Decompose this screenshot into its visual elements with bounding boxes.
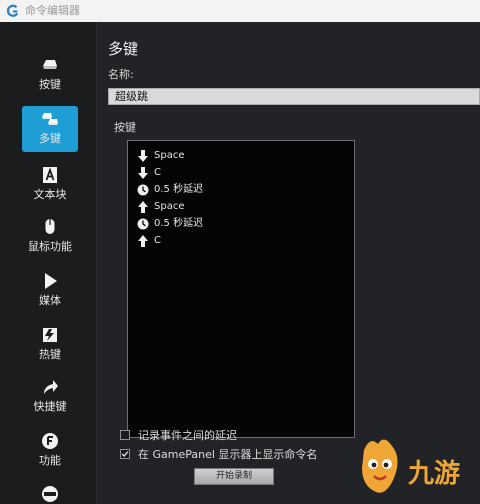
sidebar-item-more[interactable] [22,480,78,504]
sidebar-item-key[interactable]: 按键 [22,52,78,98]
macro-step[interactable]: Space [137,199,184,215]
multi-key-icon [42,113,58,125]
hotkey-icon [43,328,57,342]
arrow-down-icon [138,150,148,162]
record-delays-checkbox[interactable] [120,430,130,440]
macro-step-text: Space [154,201,185,212]
clock-icon [137,184,149,196]
macro-step[interactable]: 0.5 秒延迟 [137,182,203,198]
sidebar-item-label: 文本块 [33,188,67,201]
arrow-up-icon [138,201,148,213]
arrow-up-icon [138,235,148,247]
title-bar: 命令编辑器 [0,0,480,23]
macro-step[interactable]: 0.5 秒延迟 [137,216,203,232]
arrow-down-icon [138,167,148,179]
macro-step-text: 0.5 秒延迟 [154,184,204,195]
sidebar-item-multikey[interactable]: 多键 [22,106,78,152]
sidebar-item-hotkey[interactable]: 热键 [22,322,78,368]
macro-step-text: Space [154,150,185,161]
mouse-icon [45,219,55,234]
watermark-text: 九游 [407,459,460,489]
gamepanel-name-option[interactable]: 在 GamePanel 显示器上显示命令名 [120,447,317,461]
start-recording-button[interactable]: 开始录制 [194,468,274,485]
clock-icon [137,218,149,230]
sidebar-item-text-block[interactable]: 文本块 [22,162,78,208]
macro-step[interactable]: C [137,233,161,249]
macro-step-list[interactable]: Space C 0.5 秒延迟 Space 0.5 秒延迟 C [127,140,355,438]
logitech-logo-icon [6,4,19,17]
name-input[interactable]: 超级跳 [108,88,480,105]
sidebar-item-shortcut[interactable]: 快捷键 [22,374,78,420]
gamepanel-name-checkbox[interactable] [120,449,130,459]
watermark-logo: 九游 [362,439,460,493]
page-title: 多键 [108,40,139,58]
sidebar-item-label: 媒体 [39,294,61,307]
sidebar-item-label: 功能 [39,454,61,467]
sidebar-item-media[interactable]: 媒体 [22,268,78,314]
keycap-icon [43,60,57,69]
macro-step[interactable]: C [137,165,161,181]
macro-step-text: 0.5 秒延迟 [154,218,204,229]
play-icon [45,273,57,289]
sidebar-item-label: 热键 [39,348,61,361]
keys-label: 按键 [114,121,136,134]
sidebar-item-mouse[interactable]: 鼠标功能 [22,214,78,260]
shortcut-arrow-icon [44,380,58,394]
function-gear-icon [42,433,58,449]
text-block-icon [43,167,57,183]
sidebar-item-label: 快捷键 [33,400,67,413]
record-delays-option[interactable]: 记录事件之间的延迟 [120,428,237,442]
checkmark-icon [121,451,129,457]
sidebar-item-label: 多键 [39,132,61,145]
sidebar: 按键 多键 文本块 鼠标功能 媒体 热键 快捷键 功能 [0,22,97,504]
macro-step-text: C [154,235,161,246]
sidebar-item-label: 鼠标功能 [28,240,72,253]
gamepanel-name-label: 在 GamePanel 显示器上显示命令名 [138,447,318,461]
gamepad-icon [42,486,58,502]
sidebar-item-label: 按键 [39,78,61,91]
macro-step-text: C [154,167,161,178]
record-delays-label: 记录事件之间的延迟 [138,428,237,442]
window-title: 命令编辑器 [25,4,80,17]
macro-step[interactable]: Space [137,148,184,164]
name-label: 名称: [108,68,134,81]
sidebar-item-function[interactable]: 功能 [22,428,78,474]
